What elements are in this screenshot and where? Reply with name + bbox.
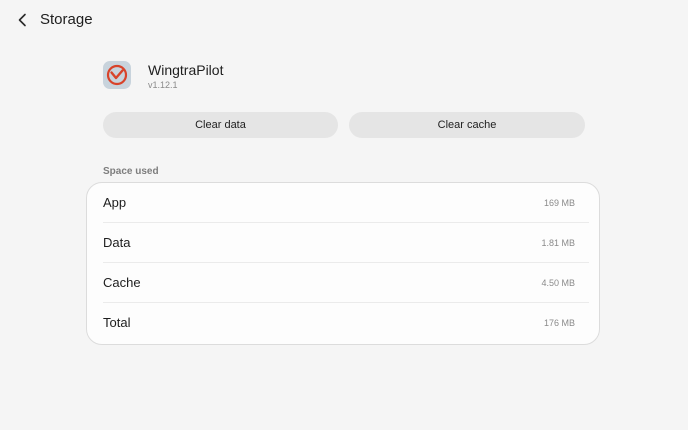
row-value: 176 MB xyxy=(543,318,575,328)
list-item-app: App 169 MB xyxy=(103,183,589,223)
space-used-card: App 169 MB Data 1.81 MB Cache 4.50 MB To… xyxy=(86,182,600,345)
row-label: Cache xyxy=(103,275,141,290)
row-value: 169 MB xyxy=(543,198,575,208)
row-label: Data xyxy=(103,235,131,250)
row-label: Total xyxy=(103,315,131,330)
clear-cache-button[interactable]: Clear cache xyxy=(349,112,585,138)
list-item-total: Total 176 MB xyxy=(103,303,589,343)
wingtra-logo-icon xyxy=(106,64,128,86)
clear-data-button[interactable]: Clear data xyxy=(103,112,338,138)
list-item-cache: Cache 4.50 MB xyxy=(103,263,589,303)
list-item-data: Data 1.81 MB xyxy=(103,223,589,263)
page-title: Storage xyxy=(40,11,93,28)
app-name: WingtraPilot xyxy=(148,62,224,78)
app-version: v1.12.1 xyxy=(148,80,178,90)
back-button[interactable] xyxy=(12,8,34,32)
section-label-space-used: Space used xyxy=(103,166,159,177)
row-label: App xyxy=(103,195,127,210)
chevron-left-icon xyxy=(18,13,26,27)
app-icon xyxy=(103,61,131,89)
row-value: 1.81 MB xyxy=(541,238,575,248)
app-bar: Storage xyxy=(0,0,688,40)
row-value: 4.50 MB xyxy=(541,278,575,288)
